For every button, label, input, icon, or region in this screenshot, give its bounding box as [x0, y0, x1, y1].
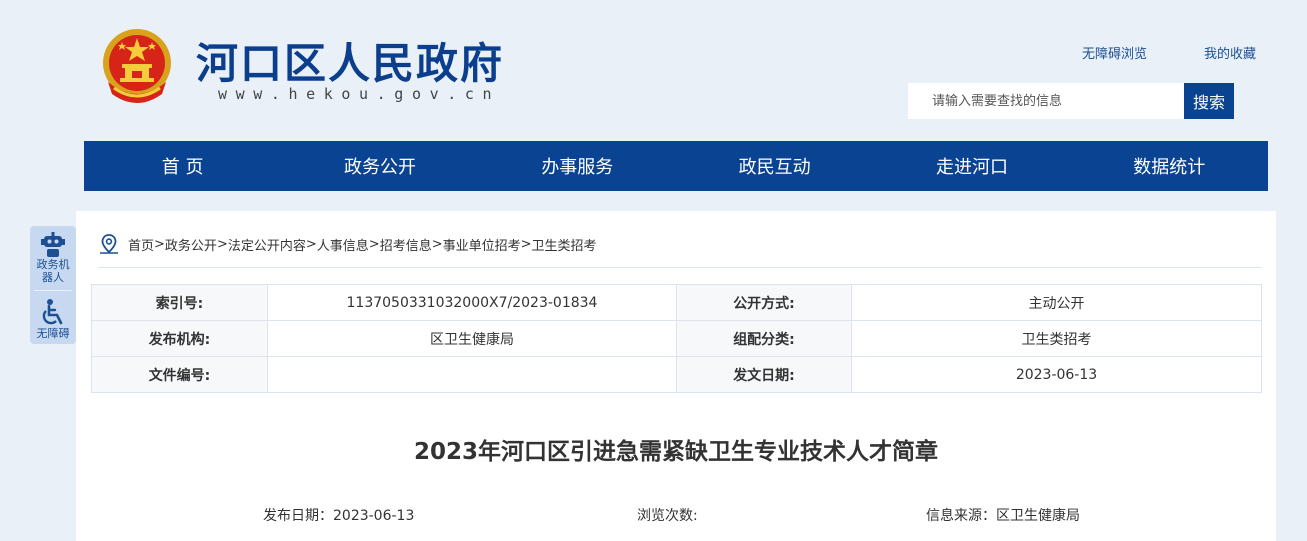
- publisher-label: 发布机构:: [91, 320, 268, 357]
- view-count: 浏览次数:: [637, 508, 698, 524]
- gov-robot-button[interactable]: 政务机器人: [30, 226, 76, 288]
- breadcrumb-sep: >: [520, 236, 532, 252]
- breadcrumb-sep: >: [305, 236, 317, 252]
- nav-item-home[interactable]: 首 页: [84, 141, 281, 191]
- breadcrumb-sep: >: [216, 236, 228, 252]
- site-title: 河口区人民政府: [196, 39, 505, 88]
- category-value: 卫生类招考: [851, 320, 1262, 357]
- article-title: 2023年河口区引进急需紧缺卫生专业技术人才简章: [413, 439, 938, 465]
- nav-item-statistics[interactable]: 数据统计: [1071, 141, 1268, 191]
- breadcrumb-personnel[interactable]: 人事信息: [317, 235, 369, 254]
- breadcrumb-divider: [98, 267, 1262, 268]
- search-input[interactable]: [908, 83, 1184, 119]
- issue-date-label: 发文日期:: [676, 356, 852, 393]
- table-row: 文件编号: 发文日期: 2023-06-13: [91, 356, 1262, 393]
- article-panel: 首页 > 政务公开 > 法定公开内容 > 人事信息 > 招考信息 > 事业单位招考 > 卫生类招考 索引…: [76, 211, 1276, 541]
- site-header: 河口区人民政府 www.hekou.gov.cn 无障碍浏览 我的收藏 搜索: [0, 0, 1307, 140]
- issue-date-value: 2023-06-13: [851, 356, 1262, 393]
- breadcrumb: 首页 > 政务公开 > 法定公开内容 > 人事信息 > 招考信息 > 事业单位招考 > 卫生类招考: [98, 233, 597, 255]
- main-nav: 首 页 政务公开 办事服务 政民互动 走进河口 数据统计: [84, 141, 1268, 191]
- breadcrumb-health-recruitment[interactable]: 卫生类招考: [532, 235, 597, 254]
- location-icon: [100, 234, 118, 254]
- table-row: 发布机构: 区卫生健康局 组配分类: 卫生类招考: [91, 320, 1262, 357]
- publish-date: 发布日期：2023-06-13: [263, 508, 415, 524]
- breadcrumb-home[interactable]: 首页: [128, 235, 154, 254]
- doc-number-value: [267, 356, 677, 393]
- nav-item-interaction[interactable]: 政民互动: [676, 141, 873, 191]
- metadata-table: 索引号: 1137050331032000X7/2023-01834 公开方式:…: [91, 284, 1262, 393]
- disclosure-method-value: 主动公开: [851, 284, 1262, 321]
- nav-item-about-hekou[interactable]: 走进河口: [873, 141, 1070, 191]
- breadcrumb-statutory[interactable]: 法定公开内容: [228, 235, 306, 254]
- nav-item-services[interactable]: 办事服务: [479, 141, 676, 191]
- index-number-value: 1137050331032000X7/2023-01834: [267, 284, 677, 321]
- disclosure-method-label: 公开方式:: [676, 284, 852, 321]
- breadcrumb-recruitment[interactable]: 招考信息: [380, 235, 432, 254]
- accessible-browse-link[interactable]: 无障碍浏览: [1082, 43, 1147, 62]
- national-emblem-icon: [103, 29, 171, 103]
- breadcrumb-sep: >: [431, 236, 443, 252]
- nav-item-gov-affairs[interactable]: 政务公开: [281, 141, 478, 191]
- side-divider: [34, 290, 72, 291]
- gov-robot-label: 政务机器人: [36, 258, 70, 284]
- publisher-value: 区卫生健康局: [267, 320, 677, 357]
- breadcrumb-gov-affairs[interactable]: 政务公开: [165, 235, 217, 254]
- accessibility-label: 无障碍: [36, 327, 70, 340]
- category-label: 组配分类:: [676, 320, 852, 357]
- side-toolbar: 政务机器人 无障碍: [30, 226, 76, 344]
- table-row: 索引号: 1137050331032000X7/2023-01834 公开方式:…: [91, 284, 1262, 321]
- wheelchair-icon: [42, 299, 63, 325]
- index-number-label: 索引号:: [91, 284, 268, 321]
- doc-number-label: 文件编号:: [91, 356, 268, 393]
- breadcrumb-sep: >: [154, 236, 165, 252]
- breadcrumb-institution-recruitment[interactable]: 事业单位招考: [443, 235, 521, 254]
- robot-icon: [41, 232, 65, 257]
- search-button[interactable]: 搜索: [1184, 83, 1234, 119]
- breadcrumb-sep: >: [368, 236, 380, 252]
- accessibility-button[interactable]: 无障碍: [30, 293, 76, 344]
- site-url: www.hekou.gov.cn: [218, 85, 501, 103]
- info-source: 信息来源：区卫生健康局: [926, 508, 1080, 524]
- my-favorites-link[interactable]: 我的收藏: [1204, 43, 1256, 62]
